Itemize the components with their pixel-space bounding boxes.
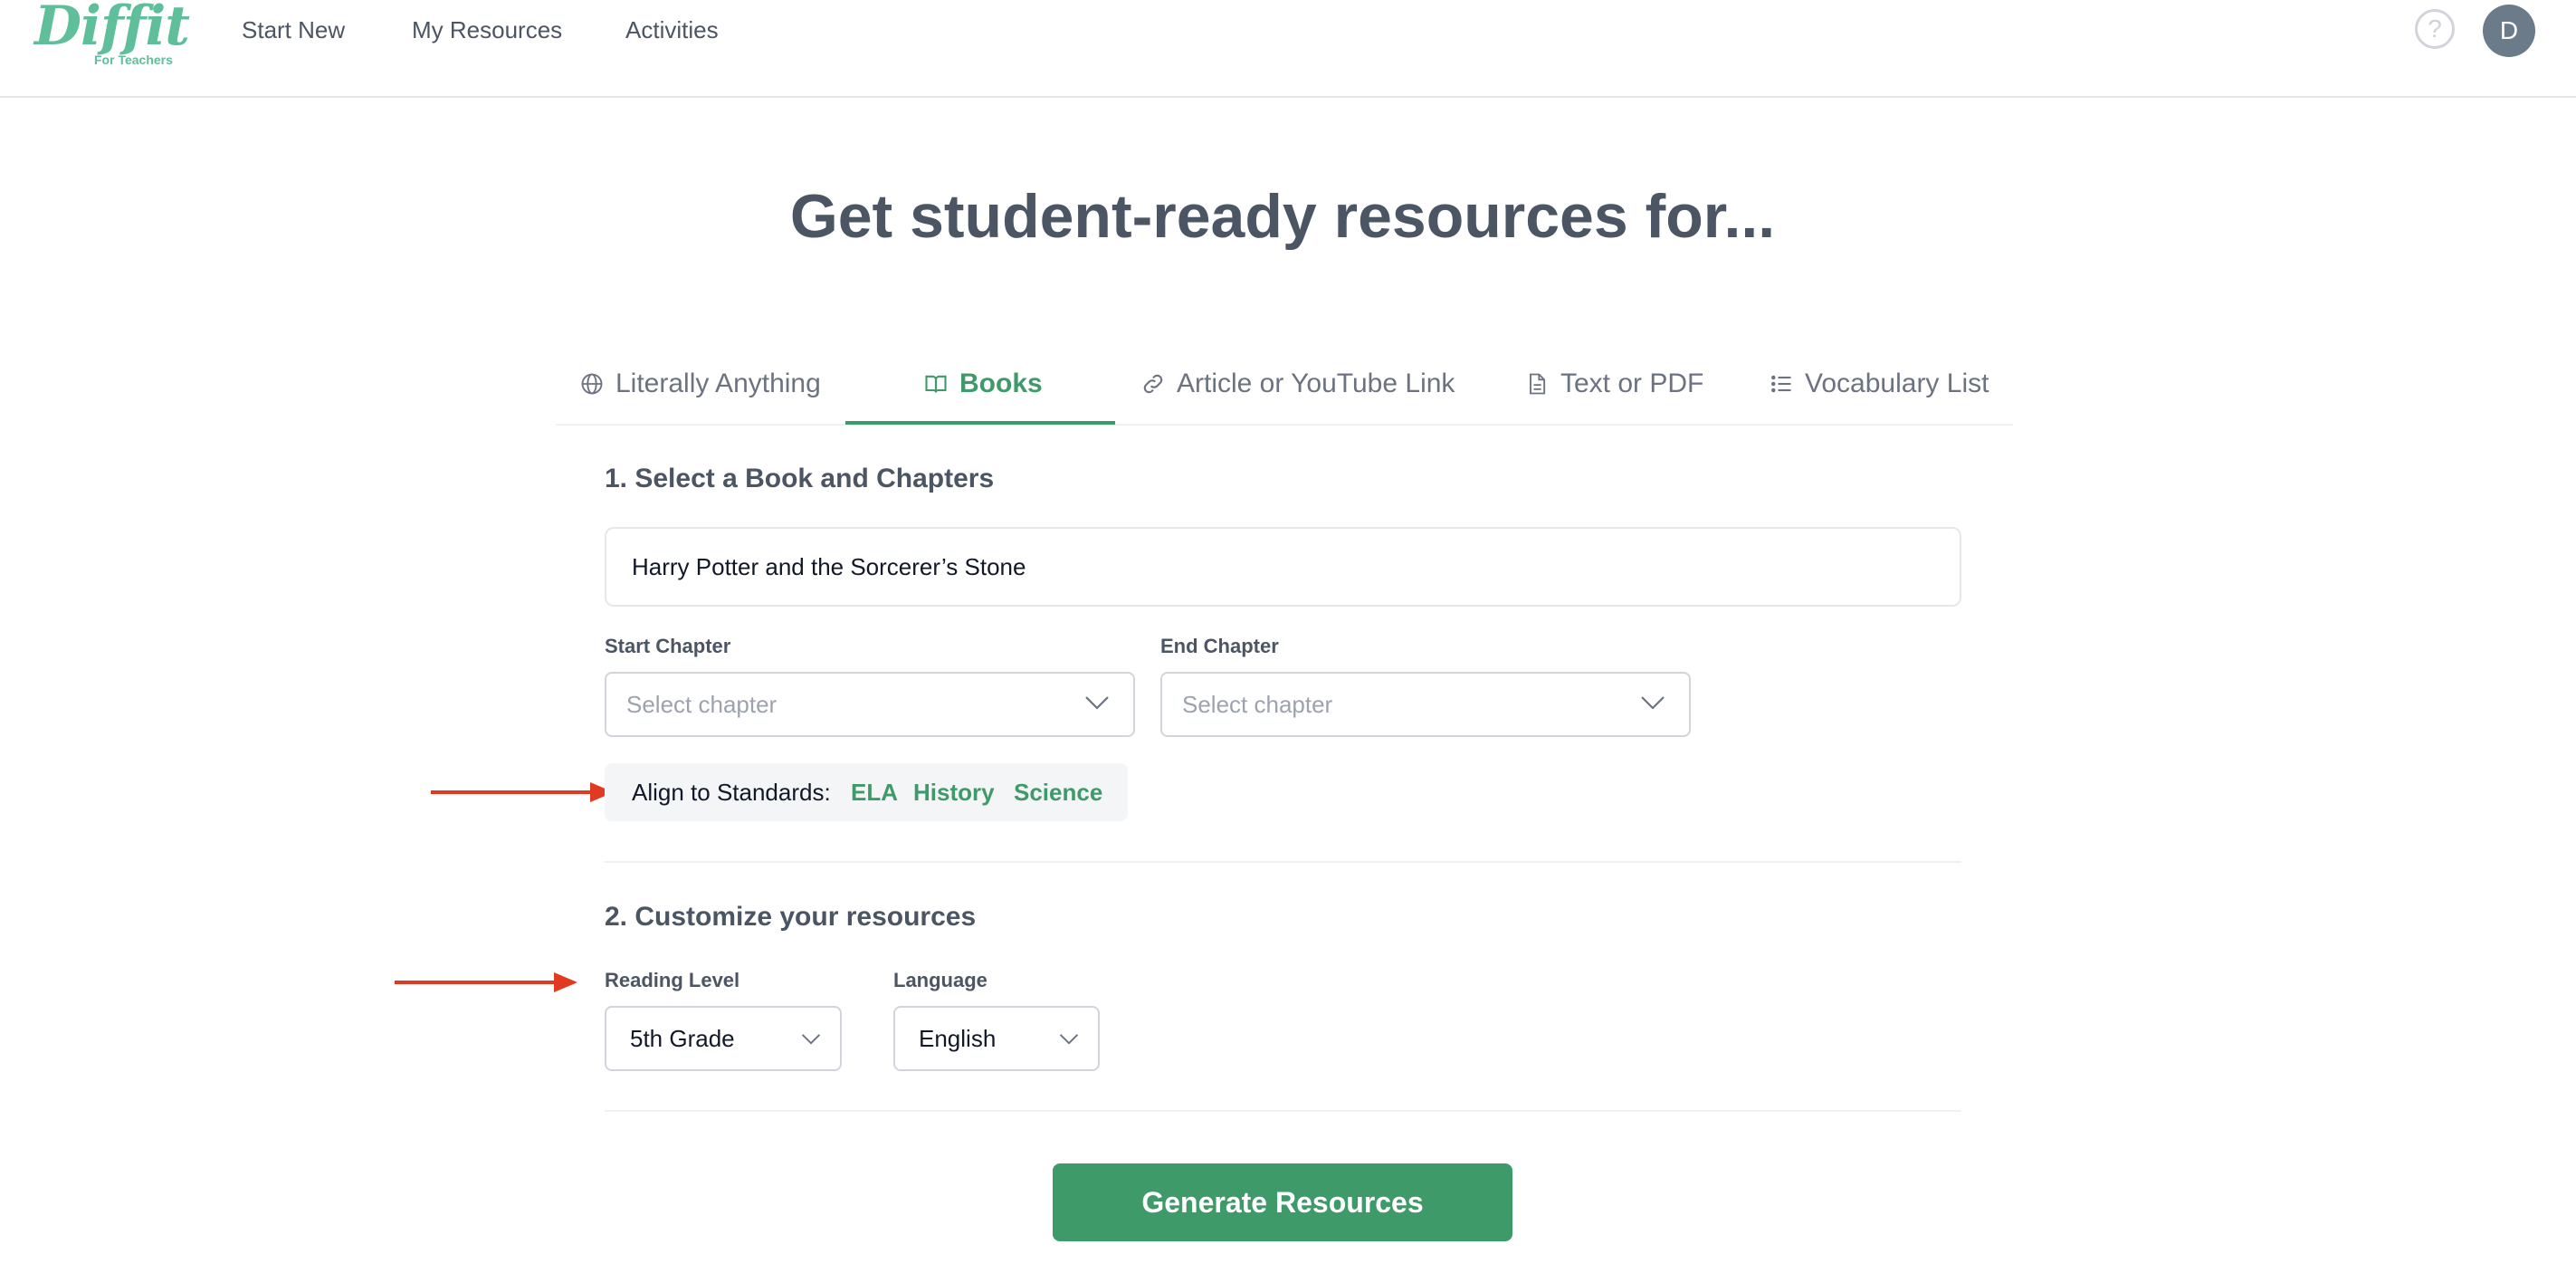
tab-label: Article or YouTube Link (1177, 368, 1455, 398)
reading-level-label: Reading Level (605, 969, 740, 991)
chevron-down-icon (1641, 696, 1665, 710)
select-placeholder: Select chapter (626, 691, 778, 718)
tab-article-youtube[interactable]: Article or YouTube Link (1140, 344, 1455, 424)
help-icon[interactable]: ? (2415, 9, 2455, 49)
link-icon (1143, 374, 1163, 394)
list-icon (1771, 375, 1791, 393)
standard-science-link[interactable]: Science (1014, 763, 1102, 821)
user-avatar[interactable]: D (2483, 5, 2535, 57)
globe-icon (581, 373, 603, 395)
start-chapter-select[interactable]: Select chapter (605, 672, 1135, 737)
select-placeholder: Select chapter (1182, 691, 1333, 718)
tab-label: Books (959, 368, 1043, 398)
file-icon (1530, 373, 1546, 395)
nav-my-resources[interactable]: My Resources (412, 16, 562, 44)
reading-level-value: 5th Grade (630, 1025, 735, 1052)
annotation-arrow (431, 782, 614, 802)
nav-activities[interactable]: Activities (625, 16, 719, 44)
align-standards-label: Align to Standards: (632, 779, 831, 806)
align-standards-bar: Align to Standards: ELA History Science (605, 763, 1128, 821)
reading-level-select[interactable]: 5th Grade (605, 1006, 842, 1071)
end-chapter-label: End Chapter (1160, 635, 1279, 657)
tab-label: Text or PDF (1560, 368, 1704, 398)
language-label: Language (893, 969, 987, 991)
diffit-logo[interactable]: Diffit For Teachers (34, 0, 190, 72)
active-tab-indicator (845, 421, 1115, 425)
tab-label: Vocabulary List (1805, 368, 1989, 398)
section-title-customize: 2. Customize your resources (605, 902, 977, 932)
tab-books[interactable]: Books (923, 344, 1043, 424)
annotation-arrow (395, 972, 577, 992)
book-search-input[interactable] (605, 527, 1961, 607)
chevron-down-icon (801, 1034, 821, 1045)
logo-subtitle: For Teachers (94, 53, 173, 67)
book-icon (925, 375, 947, 393)
standard-ela-link[interactable]: ELA (851, 763, 898, 821)
tab-label: Literally Anything (615, 368, 821, 398)
logo-wordmark: Diffit (34, 0, 190, 58)
chevron-down-icon (1085, 696, 1109, 710)
nav-start-new[interactable]: Start New (242, 16, 345, 44)
standard-history-link[interactable]: History (913, 763, 995, 821)
language-value: English (919, 1025, 997, 1052)
end-chapter-select[interactable]: Select chapter (1160, 672, 1691, 737)
language-select[interactable]: English (893, 1006, 1100, 1071)
generate-resources-button[interactable]: Generate Resources (1053, 1163, 1512, 1241)
tab-vocabulary-list[interactable]: Vocabulary List (1769, 344, 1989, 424)
section-divider (605, 861, 1961, 863)
source-tabs: Literally Anything Books Article or YouT… (556, 344, 2013, 426)
section-title-select-book: 1. Select a Book and Chapters (605, 464, 995, 493)
chevron-down-icon (1059, 1034, 1079, 1045)
tab-text-pdf[interactable]: Text or PDF (1524, 344, 1703, 424)
page-title: Get student-ready resources for... (789, 182, 1776, 251)
top-header: Diffit For Teachers Start New My Resourc… (0, 0, 2576, 98)
start-chapter-label: Start Chapter (605, 635, 731, 657)
section-divider (605, 1110, 1961, 1112)
tab-literally-anything[interactable]: Literally Anything (579, 344, 821, 424)
